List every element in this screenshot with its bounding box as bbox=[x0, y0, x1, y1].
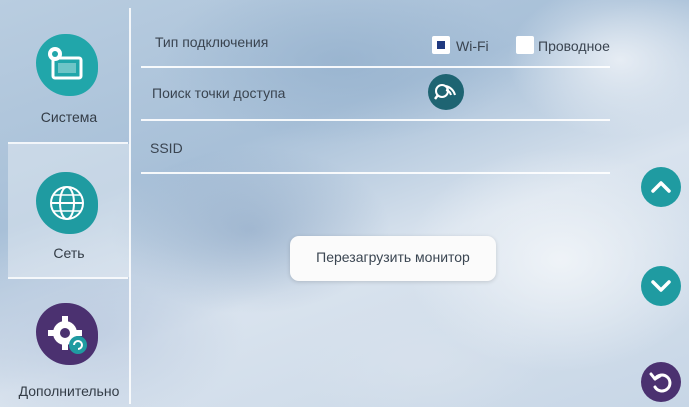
sidebar-item-label: Дополнительно bbox=[18, 383, 120, 399]
wifi-checkbox[interactable] bbox=[432, 36, 450, 54]
toast-message: Перезагрузить монитор bbox=[290, 236, 496, 281]
scroll-down-button[interactable] bbox=[641, 266, 681, 306]
sidebar-item-advanced[interactable]: Дополнительно bbox=[8, 279, 130, 404]
monitor-settings-icon bbox=[36, 34, 98, 96]
connection-type-label: Тип подключения bbox=[155, 34, 269, 50]
checkbox-mark bbox=[437, 41, 445, 49]
back-icon bbox=[649, 372, 672, 393]
sidebar-item-system[interactable]: Система bbox=[8, 8, 130, 142]
sidebar: Система Сеть Дополнительно bbox=[8, 8, 130, 404]
wired-checkbox[interactable] bbox=[516, 36, 534, 54]
gear-refresh-icon bbox=[36, 303, 98, 365]
sidebar-item-label: Система bbox=[40, 109, 98, 125]
divider bbox=[141, 119, 610, 121]
back-button[interactable] bbox=[641, 362, 681, 402]
sidebar-divider bbox=[129, 8, 131, 404]
sidebar-item-label: Сеть bbox=[53, 245, 85, 261]
ssid-field[interactable] bbox=[300, 128, 610, 168]
wired-option-label: Проводное bbox=[538, 38, 610, 54]
globe-network-icon bbox=[36, 172, 98, 234]
scroll-up-button[interactable] bbox=[641, 167, 681, 207]
wifi-option-label: Wi-Fi bbox=[456, 38, 489, 54]
toast-text: Перезагрузить монитор bbox=[316, 249, 470, 265]
access-point-search-label: Поиск точки доступа bbox=[152, 85, 286, 101]
wifi-search-icon bbox=[434, 84, 456, 100]
chevron-up-icon bbox=[651, 181, 671, 193]
ssid-label: SSID bbox=[150, 140, 183, 156]
divider bbox=[141, 66, 610, 68]
chevron-down-icon bbox=[651, 280, 671, 292]
wifi-search-button[interactable] bbox=[428, 74, 464, 110]
divider bbox=[141, 172, 610, 174]
sidebar-item-network[interactable]: Сеть bbox=[8, 144, 130, 277]
